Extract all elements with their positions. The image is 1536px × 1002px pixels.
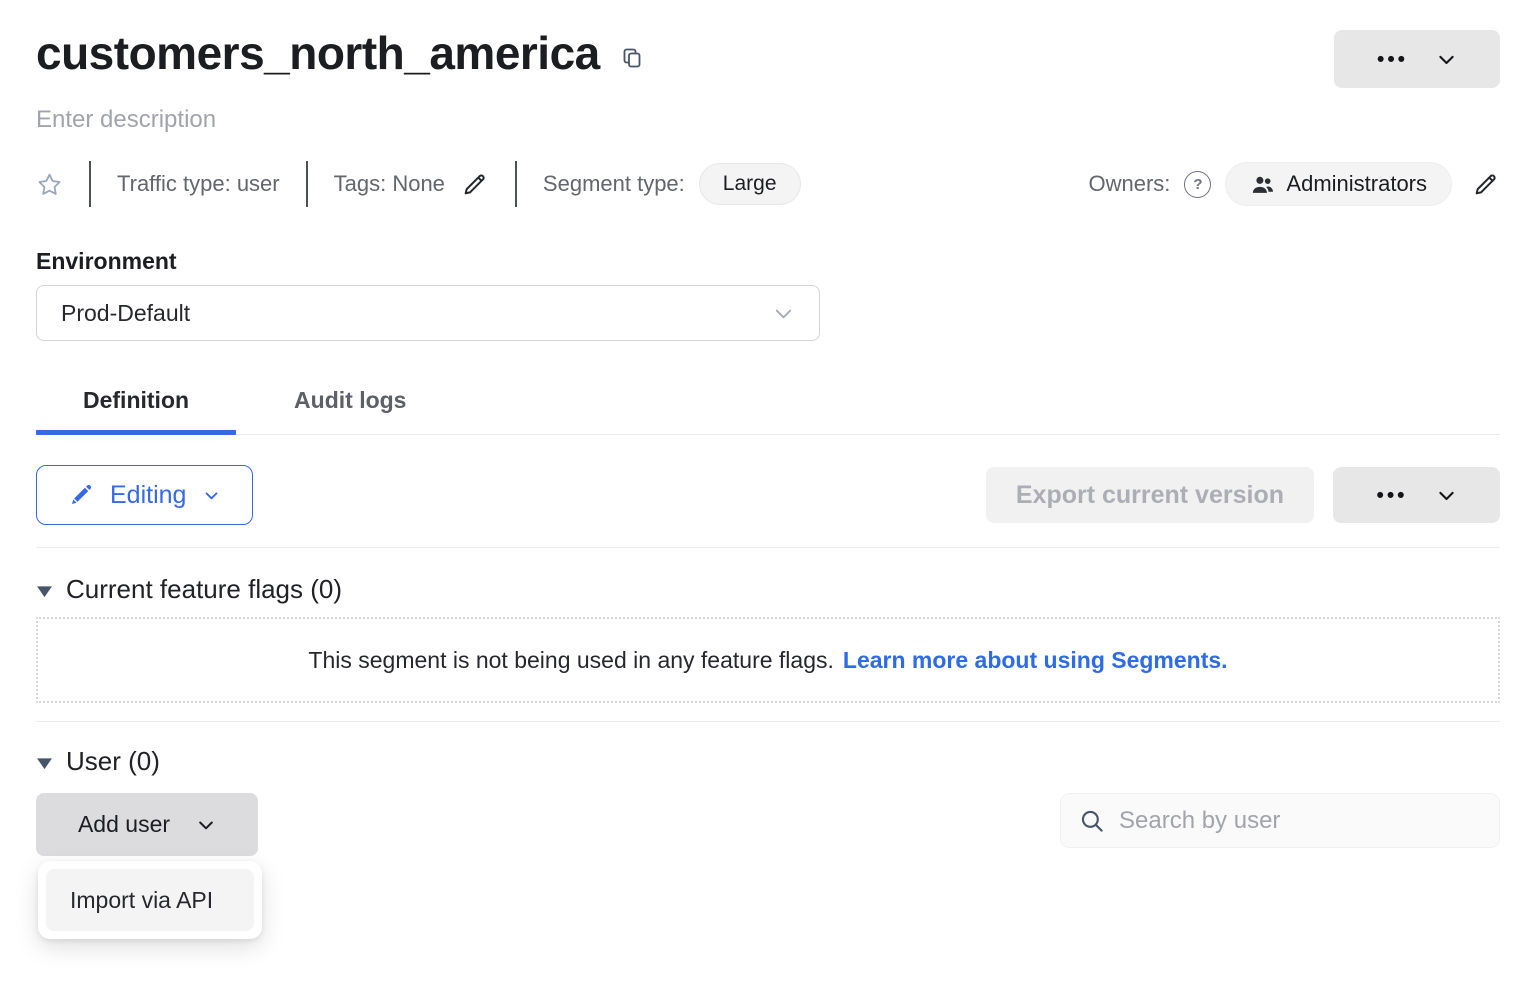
toolbar-more-menu-button[interactable]: ••• <box>1333 467 1500 523</box>
learn-more-link[interactable]: Learn more about using Segments. <box>843 647 1228 674</box>
chevron-down-icon <box>1436 485 1457 506</box>
add-user-label: Add user <box>78 811 170 838</box>
divider <box>36 721 1500 722</box>
favorite-star-icon[interactable] <box>36 171 63 198</box>
add-user-button[interactable]: Add user <box>36 793 258 856</box>
ellipsis-icon: ••• <box>1377 49 1408 70</box>
description-field[interactable]: Enter description <box>36 106 1500 134</box>
editing-status-button[interactable]: Editing <box>36 465 253 525</box>
chevron-down-icon <box>1436 49 1457 70</box>
environment-select[interactable]: Prod-Default <box>36 285 820 341</box>
environment-label: Environment <box>36 248 1500 275</box>
owners-chip[interactable]: Administrators <box>1225 162 1452 206</box>
help-icon[interactable]: ? <box>1184 171 1211 198</box>
user-controls-row: Add user Import via API <box>36 793 1500 856</box>
owners-label: Owners: <box>1088 171 1170 197</box>
feature-flags-empty-state: This segment is not being used in any fe… <box>36 617 1500 703</box>
search-icon <box>1078 807 1105 834</box>
feature-flags-section-toggle[interactable]: Current feature flags (0) <box>36 574 342 605</box>
user-search-box <box>1060 793 1500 848</box>
page-title: customers_north_america <box>36 26 600 81</box>
chevron-down-icon <box>196 815 216 835</box>
definition-toolbar: Editing Export current version ••• <box>36 465 1500 525</box>
search-by-user-input[interactable] <box>1117 806 1482 836</box>
tab-definition[interactable]: Definition <box>36 379 236 434</box>
user-section-toggle[interactable]: User (0) <box>36 746 160 777</box>
tags-label: Tags: None <box>334 171 445 197</box>
toolbar-right: Export current version ••• <box>986 467 1500 523</box>
traffic-type-label: Traffic type: user <box>117 171 280 197</box>
vertical-divider <box>89 161 91 207</box>
copy-icon[interactable] <box>620 46 644 70</box>
tab-audit-logs[interactable]: Audit logs <box>236 379 464 434</box>
edit-tags-icon[interactable] <box>461 170 489 198</box>
owners-value: Administrators <box>1286 171 1427 197</box>
feature-flags-heading: Current feature flags (0) <box>66 574 342 605</box>
user-section-heading: User (0) <box>66 746 160 777</box>
page-header: customers_north_america ••• <box>36 26 1500 88</box>
menu-item-import-via-api[interactable]: Import via API <box>46 869 254 931</box>
segment-detail-page: customers_north_america ••• Enter descri… <box>0 0 1536 1002</box>
caret-down-icon <box>36 585 53 598</box>
pencil-icon <box>69 483 93 507</box>
meta-row: Traffic type: user Tags: None Segment ty… <box>36 160 1500 208</box>
tab-bar: Definition Audit logs <box>36 379 1500 435</box>
divider <box>36 547 1500 548</box>
add-user-dropdown-menu: Import via API <box>38 861 262 939</box>
segment-type-badge: Large <box>699 163 801 205</box>
caret-down-icon <box>36 757 53 770</box>
owners-group: Owners: ? Administrators <box>1088 162 1500 206</box>
vertical-divider <box>306 161 308 207</box>
edit-owners-icon[interactable] <box>1472 170 1500 198</box>
vertical-divider <box>515 161 517 207</box>
segment-type-label: Segment type: <box>543 171 685 197</box>
environment-selected-value: Prod-Default <box>61 300 190 327</box>
title-wrap: customers_north_america <box>36 26 644 81</box>
header-more-menu-button[interactable]: ••• <box>1334 30 1500 88</box>
add-user-dropdown-wrap: Add user Import via API <box>36 793 258 856</box>
export-current-version-button[interactable]: Export current version <box>986 467 1314 523</box>
chevron-down-icon <box>772 302 795 325</box>
ellipsis-icon: ••• <box>1376 485 1407 506</box>
chevron-down-icon <box>203 487 220 504</box>
editing-status-label: Editing <box>110 481 186 510</box>
empty-state-message: This segment is not being used in any fe… <box>308 647 833 674</box>
people-icon <box>1250 172 1275 197</box>
